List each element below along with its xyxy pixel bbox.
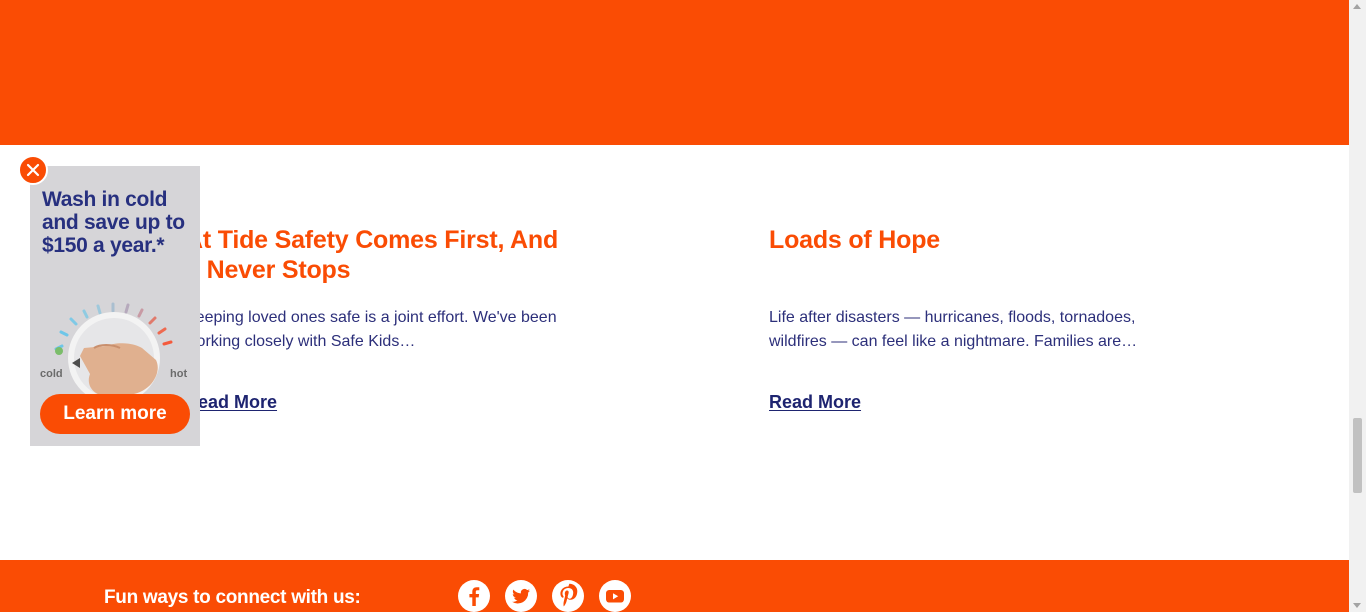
ad-banner[interactable]: Wash in cold and save up to $150 a year.…	[30, 166, 200, 446]
pinterest-icon[interactable]	[552, 580, 584, 612]
facebook-icon[interactable]	[458, 580, 490, 612]
article-title[interactable]: At Tide Safety Comes First, And It Never…	[185, 225, 575, 285]
dial-hot-label: hot	[170, 368, 187, 380]
page-scrollbar[interactable]	[1349, 0, 1366, 612]
article-title[interactable]: Loads of Hope	[769, 225, 1159, 255]
articles-section: At Tide Safety Comes First, And It Never…	[0, 145, 1349, 560]
hero-band	[0, 0, 1349, 145]
ad-headline: Wash in cold and save up to $150 a year.…	[42, 188, 185, 257]
learn-more-button[interactable]: Learn more	[40, 394, 190, 434]
dial-cold-label: cold	[40, 368, 63, 380]
article-excerpt: Keeping loved ones safe is a joint effor…	[185, 309, 557, 350]
article-card: At Tide Safety Comes First, And It Never…	[185, 225, 575, 412]
article-card: Loads of Hope Life after disasters — hur…	[769, 225, 1159, 412]
connect-label: Fun ways to connect with us:	[104, 587, 361, 608]
washer-dial-illustration: cold hot	[40, 302, 187, 398]
twitter-icon[interactable]	[505, 580, 537, 612]
scroll-up-arrow-icon[interactable]	[1353, 4, 1361, 9]
close-icon	[26, 163, 40, 177]
scroll-thumb[interactable]	[1353, 418, 1362, 493]
ad-close-button[interactable]	[18, 155, 48, 185]
scroll-down-arrow-icon[interactable]	[1353, 603, 1361, 608]
footer: Fun ways to connect with us:	[0, 560, 1349, 612]
read-more-link[interactable]: Read More	[769, 392, 861, 413]
article-excerpt: Life after disasters — hurricanes, flood…	[769, 309, 1138, 350]
youtube-icon[interactable]	[599, 580, 631, 612]
